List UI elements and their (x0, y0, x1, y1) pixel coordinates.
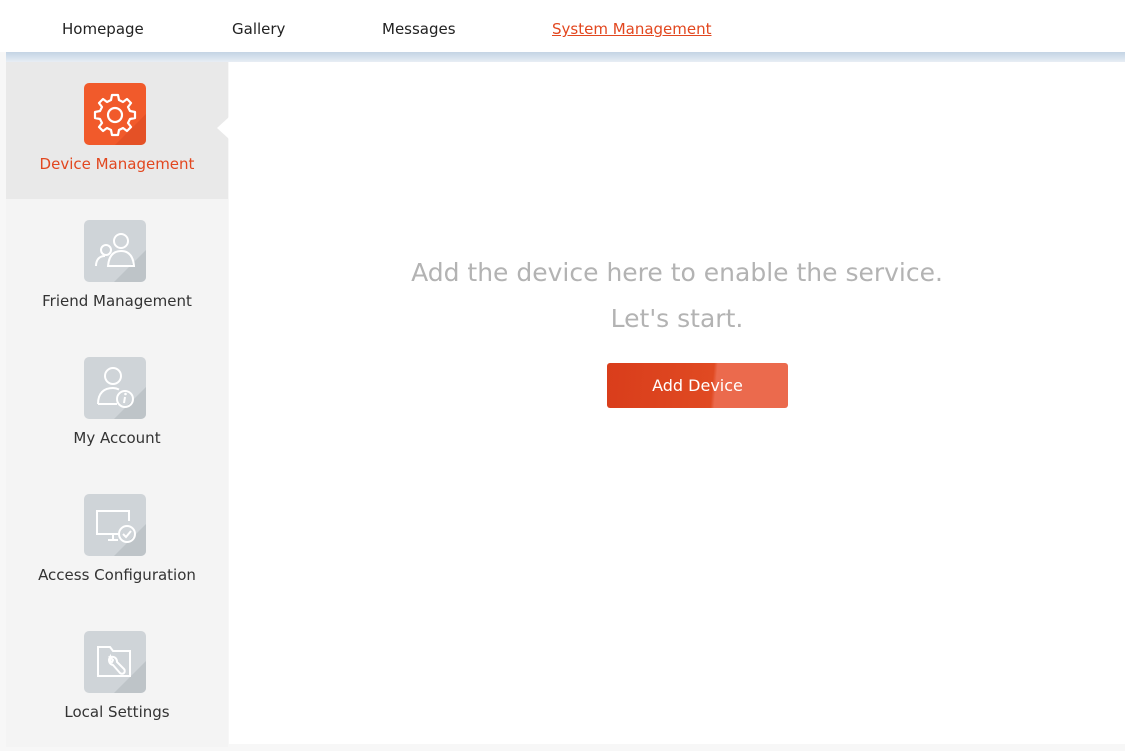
folder-wrench-icon (84, 631, 146, 693)
sidebar-item-label: Friend Management (42, 292, 192, 310)
sidebar-item-device-management[interactable]: Device Management (6, 62, 229, 199)
nav-divider-bar (6, 52, 1125, 62)
sidebar-item-friend-management[interactable]: Friend Management (6, 199, 228, 336)
sidebar-item-local-settings[interactable]: Local Settings (6, 610, 228, 747)
sidebar-item-label: Device Management (39, 155, 195, 173)
nav-homepage[interactable]: Homepage (62, 20, 144, 38)
gear-icon (84, 83, 146, 145)
sidebar: Device Management Friend Management My A… (6, 62, 229, 747)
top-navigation: Homepage Gallery Messages System Managem… (0, 0, 1125, 52)
monitor-check-icon (84, 494, 146, 556)
sidebar-item-label: My Account (73, 429, 161, 447)
user-info-icon (84, 357, 146, 419)
nav-gallery[interactable]: Gallery (232, 20, 285, 38)
add-device-button[interactable]: Add Device (607, 363, 788, 408)
sidebar-item-access-configuration[interactable]: Access Configuration (6, 473, 228, 610)
sidebar-item-my-account[interactable]: My Account (6, 336, 228, 473)
sidebar-item-label: Local Settings (64, 703, 170, 721)
nav-system-management[interactable]: System Management (552, 20, 712, 38)
friends-icon (84, 220, 146, 282)
main-content: Add the device here to enable the servic… (229, 62, 1125, 744)
sidebar-item-label: Access Configuration (38, 566, 196, 584)
empty-state-message: Add the device here to enable the servic… (411, 258, 943, 287)
empty-state-subtitle: Let's start. (610, 304, 744, 333)
app-window: Homepage Gallery Messages System Managem… (0, 0, 1125, 751)
nav-messages[interactable]: Messages (382, 20, 456, 38)
